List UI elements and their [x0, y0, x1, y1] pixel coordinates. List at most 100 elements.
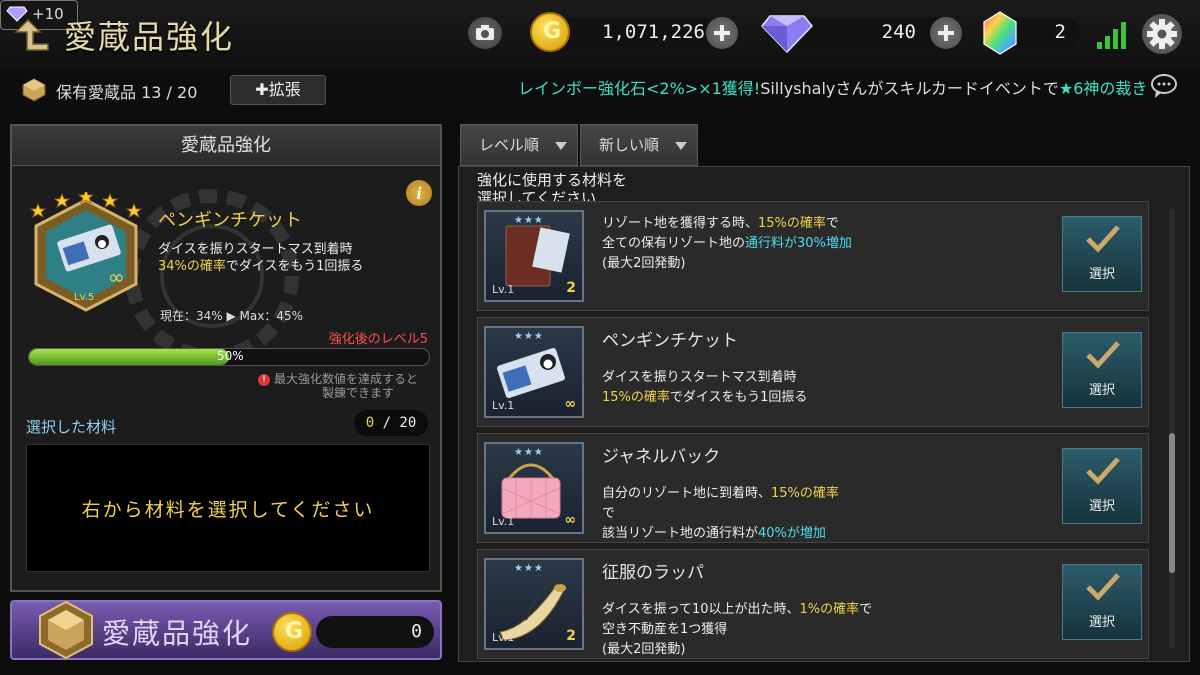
gold-display: 1,071,226	[548, 17, 718, 49]
material-card[interactable]: ★★★ Lv.1 ∞ ジャネルバック 自分のリゾート地に到着時、15%の確率で該当リゾー…	[477, 433, 1149, 543]
selected-materials-area[interactable]: 右から材料を選択してください	[26, 444, 430, 572]
item-name: ペンギンチケット	[158, 210, 302, 231]
ticker-item: ★6神の裁き	[1058, 79, 1148, 98]
sort-newest-label: 新しい順	[599, 136, 660, 154]
enhance-cost-display: 0	[316, 616, 434, 648]
settings-button[interactable]	[1142, 14, 1182, 54]
warning-icon: !	[258, 374, 270, 386]
camera-icon	[476, 25, 494, 40]
ticker-highlight: レインボー強化石<2%>×1獲得!	[518, 79, 761, 98]
materials-list-panel: 強化に使用する材料を 選択してください ★★★ Lv.1 2 リゾート地を獲得する時、…	[458, 166, 1190, 662]
rainbow-stone-amount: 2	[1054, 21, 1066, 43]
material-level: Lv.1	[492, 515, 515, 528]
diamond-amount: 240	[881, 21, 916, 43]
progress-fill	[29, 349, 229, 365]
warning-text-line2: 製錬できます	[322, 386, 395, 400]
material-description-line: ダイスを振って10以上が出た時、1%の確率で	[602, 598, 872, 617]
material-description-line: (最大2回発動)	[602, 638, 685, 657]
material-description-line: 自分のリゾート地に到着時、15%の確率	[602, 482, 839, 501]
sort-by-level-dropdown[interactable]: レベル順	[460, 124, 578, 166]
material-level: Lv.1	[492, 283, 515, 296]
material-name: ペンギンチケット	[602, 331, 738, 351]
diamond-gem-icon	[761, 15, 813, 54]
material-description-text: でダイスをもう1回振る	[669, 390, 808, 405]
material-name: ジャネルバック	[602, 447, 721, 467]
scrollbar-thumb[interactable]	[1169, 433, 1175, 573]
material-card[interactable]: ★★★ Lv.1 2 征服のラッパダイスを振って10以上が出た時、1%の確率で空き不動…	[477, 549, 1149, 659]
select-material-button[interactable]: 選択	[1062, 216, 1142, 292]
rarity-stars-icon: ★★★	[514, 331, 544, 342]
svg-text:∞: ∞	[108, 265, 125, 289]
current-max-stats: 現在：34% ▶ Max：45%	[160, 309, 304, 323]
ticker-text: Sillyshalyさんがスキルカードイベントで	[760, 79, 1059, 98]
select-label: 選択	[1088, 267, 1115, 282]
material-description-line: 空き不動産を1つ獲得	[602, 618, 727, 637]
owned-count-label: 保有愛蔵品 13 / 20	[56, 83, 198, 102]
material-level: Lv.1	[492, 399, 515, 412]
select-material-button[interactable]: 選択	[1062, 448, 1142, 524]
info-icon[interactable]: i	[406, 180, 432, 206]
expand-button[interactable]: ✚拡張	[230, 75, 326, 105]
material-level: Lv.1	[492, 631, 515, 644]
sort-by-newest-dropdown[interactable]: 新しい順	[580, 124, 698, 166]
select-material-button[interactable]: 選択	[1062, 564, 1142, 640]
select-material-button[interactable]: 選択	[1062, 332, 1142, 408]
material-description-text: 15%の確率	[602, 390, 670, 405]
collection-box-icon	[39, 600, 93, 660]
enhance-button[interactable]: 愛蔵品強化 0 G	[10, 600, 442, 660]
material-description-text: で	[859, 602, 873, 617]
material-description-text: 全ての保有リゾート地の	[602, 236, 746, 251]
top-bar: 愛蔵品強化 +10 1,071,226 G 240 2	[0, 0, 1200, 70]
add-diamond-button[interactable]	[930, 17, 962, 49]
sort-level-label: レベル順	[479, 136, 540, 154]
material-description-line: リゾート地を獲得する時、15%の確率で	[602, 212, 839, 231]
material-count: 2	[566, 628, 576, 644]
camera-button[interactable]	[468, 17, 502, 49]
material-card[interactable]: ★★★ Lv.1 ∞ ペンギンチケット ダイスを振りスタートマス到着時 15%の確率でダイ…	[477, 317, 1149, 427]
svg-text:Lv.5: Lv.5	[74, 292, 94, 303]
material-description-line: (最大2回発動)	[602, 252, 685, 271]
material-description-text: 15%の確率	[758, 216, 826, 231]
checkmark-icon	[1086, 225, 1120, 253]
penguin-ticket-icon: ∞ Lv.5	[29, 192, 143, 312]
rarity-stars-icon: ★★★	[514, 215, 544, 226]
material-thumbnail: ★★★ Lv.1 ∞	[484, 326, 584, 418]
selected-materials-label: 選択した材料	[26, 418, 117, 436]
selected-count-max: / 20	[374, 415, 417, 431]
signal-strength-icon	[1097, 22, 1126, 49]
diamond-icon	[6, 6, 28, 22]
collection-box-icon	[22, 78, 46, 102]
material-thumbnail: ★★★ Lv.1 ∞	[484, 442, 584, 534]
enhance-panel: 愛蔵品強化 ∞ Lv.5 ペンギンチケット ダイスを振りスタートマス到着時 34…	[10, 124, 442, 592]
select-label: 選択	[1088, 499, 1115, 514]
material-description-line: 15%の確率でダイスをもう1回振る	[602, 386, 807, 405]
rarity-stars-icon: ★★★	[514, 447, 544, 458]
item-chance: 34%の確率	[158, 259, 226, 274]
scrollbar-track[interactable]	[1169, 209, 1175, 649]
rarity-stars-icon: ★★★	[514, 563, 544, 574]
material-description-text: ダイスを振りスタートマス到着時	[602, 370, 797, 385]
chevron-down-icon	[555, 142, 567, 150]
material-description-text: で	[825, 216, 839, 231]
checkmark-icon	[1086, 573, 1120, 601]
news-ticker: レインボー強化石<2%>×1獲得!Sillyshalyさんがスキルカードイベント…	[518, 75, 1147, 99]
material-description-line: ダイスを振りスタートマス到着時	[602, 366, 797, 385]
material-description-text: 該当リゾート地の通行料が	[602, 526, 759, 541]
select-label: 選択	[1088, 383, 1115, 398]
item-effect: でダイスをもう1回振る	[225, 259, 364, 274]
gold-coin-icon: G	[272, 612, 312, 652]
checkmark-icon	[1086, 457, 1120, 485]
material-name: 征服のラッパ	[602, 563, 704, 583]
materials-hint-line1: 強化に使用する材料を	[477, 171, 628, 189]
material-card[interactable]: ★★★ Lv.1 2 リゾート地を獲得する時、15%の確率で 全ての保有リゾート地の通行…	[477, 201, 1149, 311]
add-gold-button[interactable]	[706, 17, 738, 49]
material-description-text: 1%の確率	[799, 602, 860, 617]
chevron-down-icon	[675, 142, 687, 150]
progress-label: 50%	[217, 349, 244, 363]
gold-coin-icon: G	[530, 12, 570, 52]
select-label: 選択	[1088, 615, 1115, 630]
material-thumbnail: ★★★ Lv.1 2	[484, 210, 584, 302]
gold-amount: 1,071,226	[602, 21, 705, 43]
material-description-text: 空き不動産を1つ獲得	[602, 622, 728, 637]
chat-icon[interactable]	[1150, 73, 1178, 99]
